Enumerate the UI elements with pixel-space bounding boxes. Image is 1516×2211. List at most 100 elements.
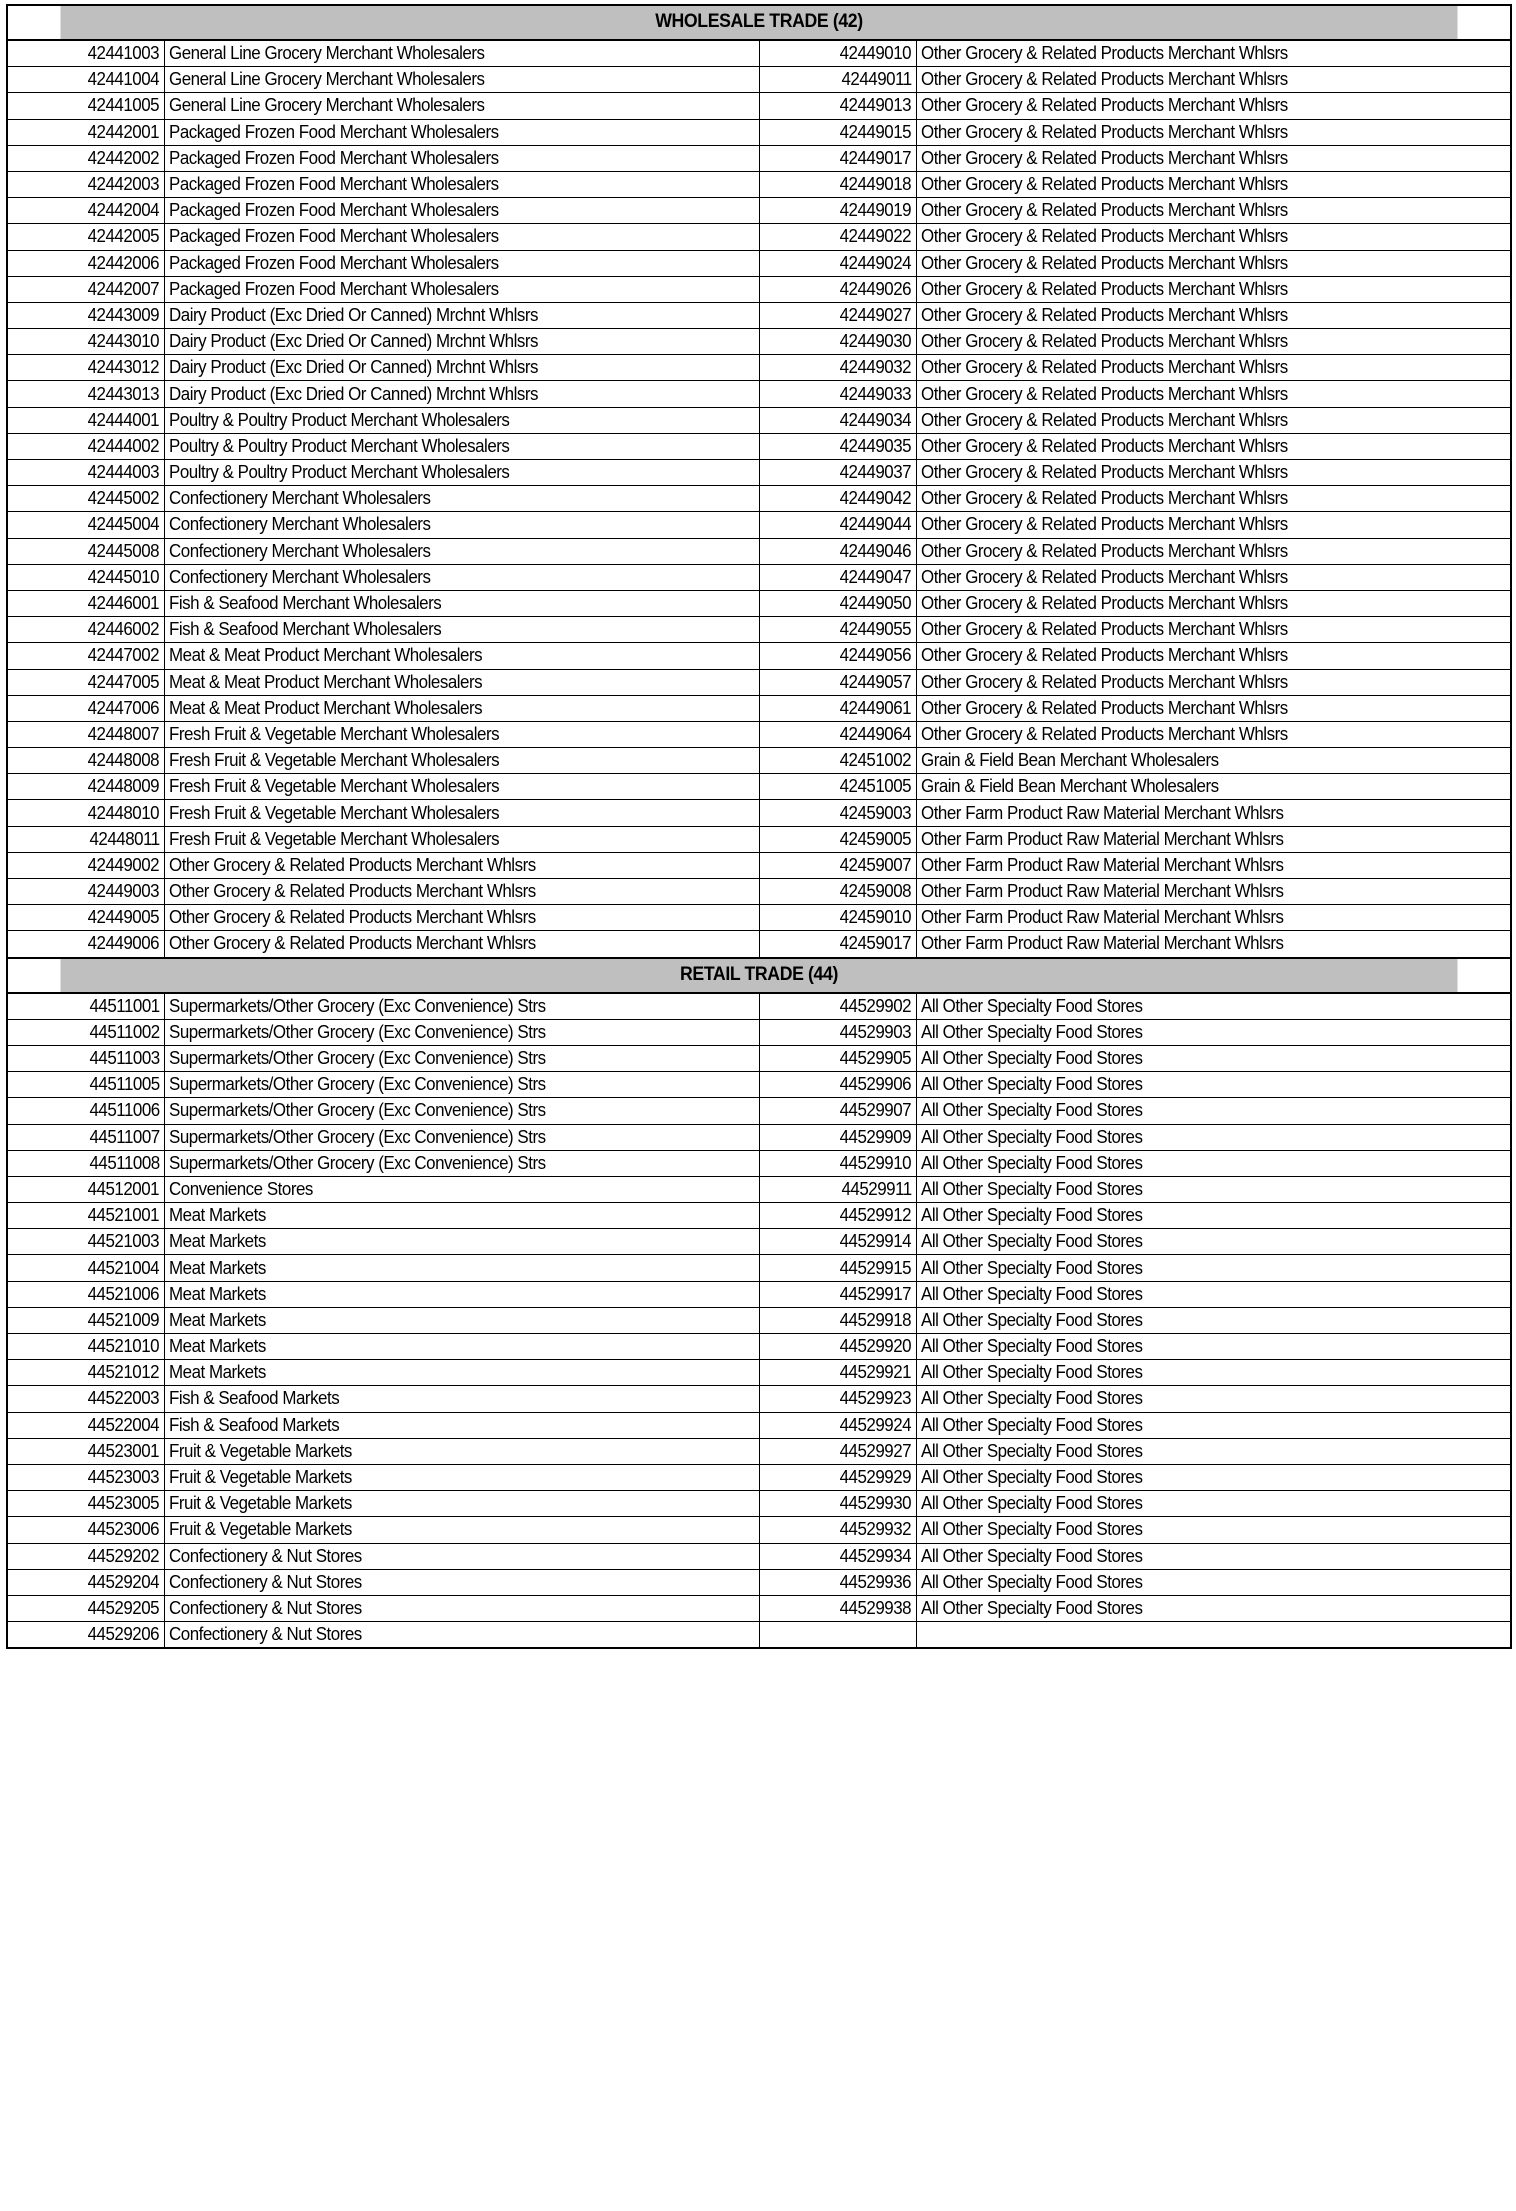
right-description-cell: Other Farm Product Raw Material Merchant… [915, 825, 1512, 853]
left-code-cell: 42445008 [6, 537, 165, 565]
right-code-cell: 42449022 [758, 223, 917, 251]
left-code-cell: 44511007 [6, 1123, 165, 1151]
left-description-cell: Poultry & Poultry Product Merchant Whole… [163, 406, 760, 434]
table-row: 44511006 Supermarkets/Other Grocery (Exc … [6, 1097, 1512, 1125]
right-description-cell-text: Other Grocery & Related Products Merchan… [920, 540, 1288, 561]
right-code-cell-text: 42449017 [839, 147, 912, 168]
left-description-cell-text: Confectionery Merchant Wholesalers [168, 566, 431, 587]
left-description-cell: Fresh Fruit & Vegetable Merchant Wholesa… [163, 825, 760, 853]
right-code-cell-text: 42449030 [839, 331, 912, 352]
left-code-cell-text: 44521004 [87, 1257, 160, 1278]
right-code-cell: 42449032 [758, 354, 917, 382]
table-row: 42448011 Fresh Fruit & Vegetable Merchant… [6, 825, 1512, 853]
right-code-cell: 44529915 [758, 1254, 917, 1282]
right-code-cell: 44529924 [758, 1411, 917, 1439]
left-description-cell: Fish & Seafood Markets [163, 1385, 760, 1413]
table-row: 44511002 Supermarkets/Other Grocery (Exc … [6, 1018, 1512, 1046]
left-description-cell-text: Confectionery Merchant Wholesalers [168, 514, 431, 535]
right-description-cell: All Other Specialty Food Stores [915, 1071, 1512, 1099]
right-description-cell: All Other Specialty Food Stores [915, 1359, 1512, 1387]
left-description-cell-text: Packaged Frozen Food Merchant Wholesaler… [168, 226, 499, 247]
left-description-cell: Meat Markets [163, 1254, 760, 1282]
right-code-cell: 42449064 [758, 720, 917, 749]
left-code-cell-text: 44523006 [87, 1519, 160, 1540]
left-description-cell-text: Packaged Frozen Food Merchant Wholesaler… [168, 147, 499, 168]
table-row: 42443009 Dairy Product (Exc Dried Or Cann… [6, 301, 1512, 330]
right-description-cell-text: All Other Specialty Food Stores [920, 1597, 1143, 1618]
left-code-cell: 44529204 [6, 1568, 165, 1596]
left-code-cell: 44511005 [6, 1071, 165, 1099]
right-code-cell: 42459005 [758, 825, 917, 853]
left-code-cell-text: 44511005 [89, 1074, 160, 1095]
right-description-cell: Other Farm Product Raw Material Merchant… [915, 877, 1512, 906]
right-code-cell-text: 42459003 [839, 802, 912, 823]
right-description-cell-text: Other Grocery & Related Products Merchan… [920, 200, 1288, 221]
right-description-cell: All Other Specialty Food Stores [915, 1385, 1512, 1413]
right-description-cell: All Other Specialty Food Stores [915, 1149, 1512, 1177]
left-description-cell-text: Confectionery & Nut Stores [168, 1597, 362, 1618]
table-row: 42443012 Dairy Product (Exc Dried Or Cann… [6, 354, 1512, 382]
right-code-cell-text: 42449035 [839, 435, 912, 456]
left-code-cell-text: 44511002 [89, 1021, 160, 1042]
left-code-cell-text: 42445008 [87, 540, 160, 561]
right-description-cell: Other Grocery & Related Products Merchan… [915, 458, 1512, 487]
right-code-cell: 44529902 [758, 992, 917, 1020]
right-description-cell-text: All Other Specialty Food Stores [920, 1467, 1143, 1488]
right-description-cell-text: All Other Specialty Food Stores [920, 1362, 1143, 1383]
left-code-cell: 42446001 [6, 589, 165, 618]
left-description-cell-text: Supermarkets/Other Grocery (Exc Convenie… [168, 995, 546, 1016]
left-description-cell-text: Fish & Seafood Markets [168, 1388, 340, 1409]
right-description-cell: All Other Specialty Food Stores [915, 1123, 1512, 1151]
left-code-cell: 42443009 [6, 301, 165, 330]
right-code-cell: 44529914 [758, 1228, 917, 1256]
right-description-cell-text: Other Grocery & Related Products Merchan… [920, 566, 1288, 587]
table-row: 42444003 Poultry & Poultry Product Mercha… [6, 458, 1512, 487]
left-code-cell: 42442002 [6, 144, 165, 172]
left-code-cell: 42447002 [6, 642, 165, 670]
left-description-cell: Supermarkets/Other Grocery (Exc Convenie… [163, 1071, 760, 1099]
left-description-cell-text: Meat & Meat Product Merchant Wholesalers [168, 671, 483, 692]
left-code-cell-text: 44521006 [87, 1283, 160, 1304]
left-code-cell: 44521003 [6, 1228, 165, 1256]
right-description-cell: Other Grocery & Related Products Merchan… [915, 249, 1512, 277]
right-code-cell: 42449027 [758, 301, 917, 330]
left-code-cell-text: 42441005 [87, 95, 160, 116]
right-description-cell-text: Other Grocery & Related Products Merchan… [920, 409, 1288, 430]
left-code-cell-text: 42449006 [87, 933, 160, 954]
right-description-cell-text: All Other Specialty Food Stores [920, 1205, 1143, 1226]
table-row: 42448007 Fresh Fruit & Vegetable Merchant… [6, 720, 1512, 749]
left-description-cell-text: Packaged Frozen Food Merchant Wholesaler… [168, 174, 499, 195]
right-code-cell: 44529917 [758, 1280, 917, 1308]
right-code-cell: 44529923 [758, 1385, 917, 1413]
right-description-cell: All Other Specialty Food Stores [915, 1175, 1512, 1204]
right-code-cell: 42449018 [758, 170, 917, 199]
left-description-cell-text: General Line Grocery Merchant Wholesaler… [168, 95, 485, 116]
left-code-cell: 44512001 [6, 1175, 165, 1204]
right-description-cell-text: Other Grocery & Related Products Merchan… [920, 226, 1288, 247]
right-code-cell-text: 42459017 [839, 933, 912, 954]
right-description-cell: Other Grocery & Related Products Merchan… [915, 485, 1512, 513]
left-code-cell-text: 42447006 [87, 697, 160, 718]
table-row: 42449005 Other Grocery & Related Products… [6, 904, 1512, 932]
right-code-cell-text: 42449034 [839, 409, 912, 430]
left-description-cell-text: Confectionery & Nut Stores [168, 1624, 362, 1645]
right-code-cell-text: 42449019 [839, 200, 912, 221]
empty-cell [915, 1621, 1512, 1649]
left-code-cell-text: 44511003 [89, 1048, 160, 1069]
right-description-cell-text: Other Grocery & Related Products Merchan… [920, 435, 1288, 456]
left-description-cell: Confectionery & Nut Stores [163, 1542, 760, 1570]
left-description-cell-text: Dairy Product (Exc Dried Or Canned) Mrch… [168, 331, 539, 352]
right-description-cell: Grain & Field Bean Merchant Wholesalers [915, 773, 1512, 801]
right-code-cell: 44529929 [758, 1463, 917, 1492]
right-code-cell: 42459007 [758, 851, 917, 880]
left-code-cell-text: 44523001 [87, 1440, 160, 1461]
left-code-cell: 42441004 [6, 66, 165, 94]
right-description-cell: Other Grocery & Related Products Merchan… [915, 406, 1512, 434]
right-description-cell-text: Other Farm Product Raw Material Merchant… [920, 881, 1284, 902]
right-description-cell: Other Grocery & Related Products Merchan… [915, 66, 1512, 94]
left-description-cell: Packaged Frozen Food Merchant Wholesaler… [163, 118, 760, 146]
right-code-cell: 44529910 [758, 1149, 917, 1177]
right-description-cell-text: Other Grocery & Related Products Merchan… [920, 383, 1288, 404]
right-code-cell: 44529921 [758, 1359, 917, 1387]
left-code-cell: 44529202 [6, 1542, 165, 1570]
